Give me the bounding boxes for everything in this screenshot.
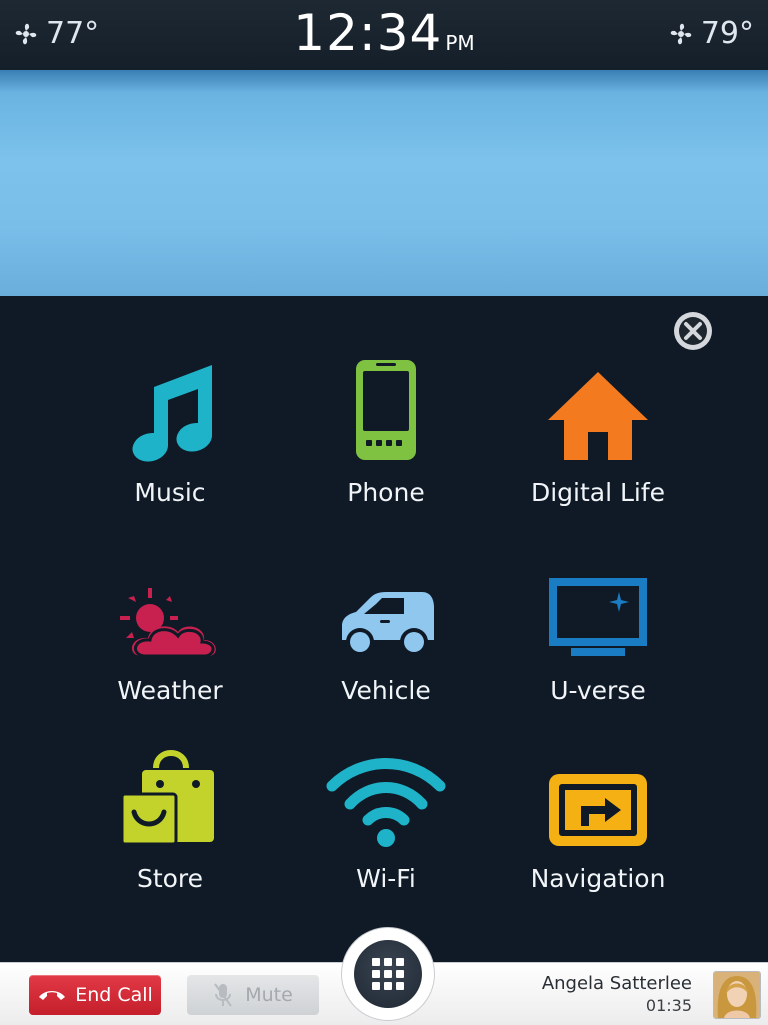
app-phone[interactable]: Phone <box>286 352 486 522</box>
weather-icon <box>120 588 216 658</box>
app-weather[interactable]: Weather <box>70 550 270 720</box>
close-icon <box>675 313 711 349</box>
app-store-label: Store <box>136 864 204 893</box>
car-icon <box>342 592 434 656</box>
shopping-bag-icon <box>122 750 214 846</box>
app-music[interactable]: Music <box>70 352 270 522</box>
hang-up-icon <box>39 991 66 1000</box>
mute-button[interactable]: Mute <box>187 975 319 1015</box>
app-digital-life[interactable]: Digital Life <box>498 352 698 522</box>
climate-right-temp: 79° <box>700 16 754 51</box>
app-vehicle[interactable]: Vehicle <box>286 550 486 720</box>
app-weather-label: Weather <box>117 676 223 705</box>
app-wifi-label: Wi-Fi <box>356 864 416 893</box>
close-drawer-button[interactable] <box>674 312 712 350</box>
app-navigation[interactable]: Navigation <box>498 738 698 908</box>
app-uverse[interactable]: U-verse <box>498 550 698 720</box>
app-digital-life-label: Digital Life <box>530 478 666 507</box>
mute-label: Mute <box>245 984 293 1006</box>
apps-grid-button[interactable] <box>354 940 422 1008</box>
clock-ampm: PM <box>445 31 475 55</box>
app-wifi[interactable]: Wi-Fi <box>286 738 486 908</box>
microphone-muted-icon <box>214 983 233 1007</box>
music-note-icon <box>132 365 213 462</box>
clock-time: 12:34 <box>293 4 443 62</box>
app-uverse-label: U-verse <box>550 676 646 705</box>
clock: 12:34 PM <box>0 4 768 62</box>
climate-right[interactable]: 79° <box>667 16 754 51</box>
grid-icon <box>372 958 404 990</box>
wifi-icon <box>326 758 446 847</box>
status-bar: 77° 12:34 PM 79° <box>0 0 768 71</box>
tv-icon <box>549 578 647 656</box>
fan-icon <box>670 23 692 44</box>
app-phone-label: Phone <box>347 478 425 507</box>
call-duration: 01:35 <box>645 996 692 1015</box>
caller-info: Angela Satterlee 01:35 <box>542 973 692 1015</box>
app-music-label: Music <box>134 478 206 507</box>
caller-name: Angela Satterlee <box>541 973 692 994</box>
phone-icon <box>356 360 416 460</box>
background-sky <box>0 70 768 296</box>
app-store[interactable]: Store <box>70 738 270 908</box>
end-call-button[interactable]: End Call <box>29 975 161 1015</box>
home-icon <box>548 372 648 460</box>
navigation-icon <box>549 774 647 846</box>
app-vehicle-label: Vehicle <box>341 676 431 705</box>
end-call-label: End Call <box>75 984 153 1006</box>
app-navigation-label: Navigation <box>530 864 666 893</box>
caller-avatar <box>713 971 761 1019</box>
